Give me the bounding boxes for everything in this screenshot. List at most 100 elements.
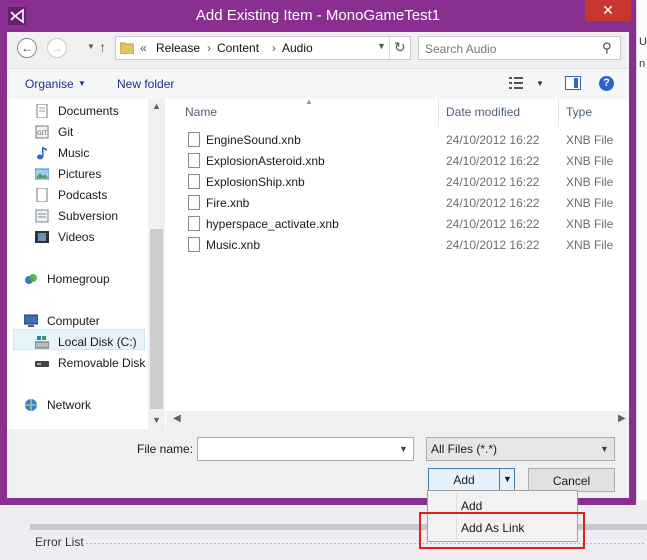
file-name: EngineSound.xnb — [206, 133, 301, 147]
file-date: 24/10/2012 16:22 — [446, 133, 540, 147]
scroll-right-chevron-icon[interactable]: ▶ — [618, 413, 626, 424]
breadcrumb-release[interactable]: Release — [156, 41, 200, 55]
file-type: XNB File — [566, 238, 614, 252]
search-icon[interactable]: ⚲ — [602, 40, 612, 56]
address-bar[interactable]: « Release › Content › Audio ▼ ↻ — [115, 36, 411, 60]
file-name: ExplosionShip.xnb — [206, 175, 305, 189]
file-date: 24/10/2012 16:22 — [446, 217, 540, 231]
computer-icon — [24, 314, 38, 327]
file-row[interactable]: Fire.xnb 24/10/2012 16:22 XNB File — [166, 193, 629, 214]
column-divider[interactable] — [438, 99, 439, 127]
file-name-label: File name: — [137, 442, 194, 456]
organise-chevron-down-icon[interactable]: ▼ — [78, 79, 86, 88]
scroll-down-chevron-icon[interactable]: ▼ — [152, 415, 161, 425]
file-type: XNB File — [566, 154, 614, 168]
help-icon[interactable]: ? — [599, 76, 614, 91]
file-list[interactable]: Name ▲ Date modified Type EngineSound.xn… — [166, 97, 629, 411]
file-type: XNB File — [566, 175, 614, 189]
svg-text:GIT: GIT — [37, 130, 47, 137]
ide-text: U — [639, 36, 647, 48]
command-toolbar: Organise ▼ New folder ▼ ? — [7, 68, 629, 100]
forward-button[interactable]: → — [47, 38, 67, 58]
git-folder-icon: GIT — [35, 125, 49, 139]
organise-button[interactable]: Organise — [25, 77, 74, 91]
file-date: 24/10/2012 16:22 — [446, 154, 540, 168]
search-input[interactable] — [423, 39, 597, 59]
file-icon — [188, 237, 200, 252]
up-arrow-icon[interactable]: ↑ — [99, 39, 106, 55]
breadcrumb-content[interactable]: Content — [217, 41, 259, 55]
menu-item-add[interactable]: Add — [461, 499, 482, 513]
scroll-left-chevron-icon[interactable]: ◀ — [173, 413, 181, 424]
recent-locations-chevron-icon[interactable]: ▼ — [87, 42, 95, 51]
file-icon — [188, 132, 200, 147]
file-row[interactable]: Music.xnb 24/10/2012 16:22 XNB File — [166, 235, 629, 256]
add-split-button[interactable]: Add ▼ — [428, 468, 515, 492]
refresh-icon[interactable]: ↻ — [394, 39, 406, 56]
file-type: XNB File — [566, 196, 614, 210]
file-type: XNB File — [566, 217, 614, 231]
file-icon — [188, 153, 200, 168]
pictures-icon — [35, 168, 49, 180]
file-name: Music.xnb — [206, 238, 261, 252]
file-name: ExplosionAsteroid.xnb — [206, 154, 325, 168]
breadcrumb-audio[interactable]: Audio — [282, 41, 313, 55]
new-folder-button[interactable]: New folder — [117, 77, 174, 91]
file-list-horizontal-scrollbar[interactable]: ◀ ▶ — [166, 411, 629, 429]
file-row[interactable]: hyperspace_activate.xnb 24/10/2012 16:22… — [166, 214, 629, 235]
network-icon — [25, 399, 37, 411]
file-name: Fire.xnb — [206, 196, 250, 210]
search-box[interactable]: ⚲ — [418, 36, 621, 60]
documents-icon — [36, 104, 48, 118]
column-divider[interactable] — [558, 99, 559, 127]
breadcrumb-separator-icon[interactable]: › — [272, 41, 276, 55]
window-title: Add Existing Item - MonoGameTest1 — [195, 7, 441, 24]
view-options-icon[interactable] — [509, 77, 523, 89]
ide-background-panel: U n — [636, 0, 647, 500]
subversion-folder-icon — [35, 209, 49, 223]
sort-ascending-icon: ▲ — [305, 97, 313, 106]
annotation-highlight-box — [419, 512, 585, 549]
close-button[interactable]: ✕ — [585, 0, 631, 21]
file-name-combobox[interactable]: ▼ — [197, 437, 414, 461]
folder-icon — [120, 42, 134, 54]
error-list-tab[interactable]: Error List — [35, 535, 84, 549]
preview-pane-icon[interactable] — [565, 76, 581, 90]
view-chevron-down-icon[interactable]: ▼ — [536, 79, 544, 88]
document-icon — [36, 188, 48, 202]
address-dropdown-chevron-icon[interactable]: ▼ — [377, 41, 386, 51]
navigation-pane[interactable]: Documents GIT Git Music Pictures Podcast… — [7, 99, 167, 429]
file-icon — [188, 216, 200, 231]
file-row[interactable]: EngineSound.xnb 24/10/2012 16:22 XNB Fil… — [166, 130, 629, 151]
cancel-button[interactable]: Cancel — [528, 468, 615, 492]
add-existing-item-dialog: Add Existing Item - MonoGameTest1 ✕ ← → … — [0, 0, 636, 505]
add-dropdown-chevron-icon[interactable]: ▼ — [503, 474, 512, 484]
back-button[interactable]: ← — [17, 38, 37, 58]
column-header-name[interactable]: Name — [185, 105, 217, 119]
scroll-thumb[interactable] — [150, 229, 163, 409]
file-type-filter-select[interactable]: All Files (*.*) ▼ — [426, 437, 615, 461]
removable-disk-icon — [35, 361, 49, 367]
file-icon — [188, 174, 200, 189]
ide-text: n — [639, 58, 646, 70]
split-divider — [499, 469, 500, 491]
dialog-client: ← → ▼ ↑ « Release › Content › Audio ▼ ↻ … — [7, 32, 629, 498]
column-header-date-modified[interactable]: Date modified — [446, 105, 520, 119]
file-name-input[interactable] — [202, 440, 396, 460]
filter-chevron-down-icon[interactable]: ▼ — [600, 444, 609, 454]
file-name-chevron-down-icon[interactable]: ▼ — [399, 444, 408, 454]
file-name: hyperspace_activate.xnb — [206, 217, 339, 231]
file-date: 24/10/2012 16:22 — [446, 196, 540, 210]
address-divider — [389, 37, 390, 59]
nav-pane-scrollbar[interactable]: ▲ ▼ — [148, 99, 165, 429]
file-icon — [188, 195, 200, 210]
title-bar[interactable]: Add Existing Item - MonoGameTest1 ✕ — [0, 0, 636, 32]
scroll-up-chevron-icon[interactable]: ▲ — [152, 101, 161, 111]
add-button-label[interactable]: Add — [429, 473, 499, 487]
breadcrumb-overflow[interactable]: « — [140, 41, 147, 55]
breadcrumb-separator-icon[interactable]: › — [207, 41, 211, 55]
file-row[interactable]: ExplosionAsteroid.xnb 24/10/2012 16:22 X… — [166, 151, 629, 172]
column-header-type[interactable]: Type — [566, 105, 592, 119]
file-row[interactable]: ExplosionShip.xnb 24/10/2012 16:22 XNB F… — [166, 172, 629, 193]
file-date: 24/10/2012 16:22 — [446, 175, 540, 189]
